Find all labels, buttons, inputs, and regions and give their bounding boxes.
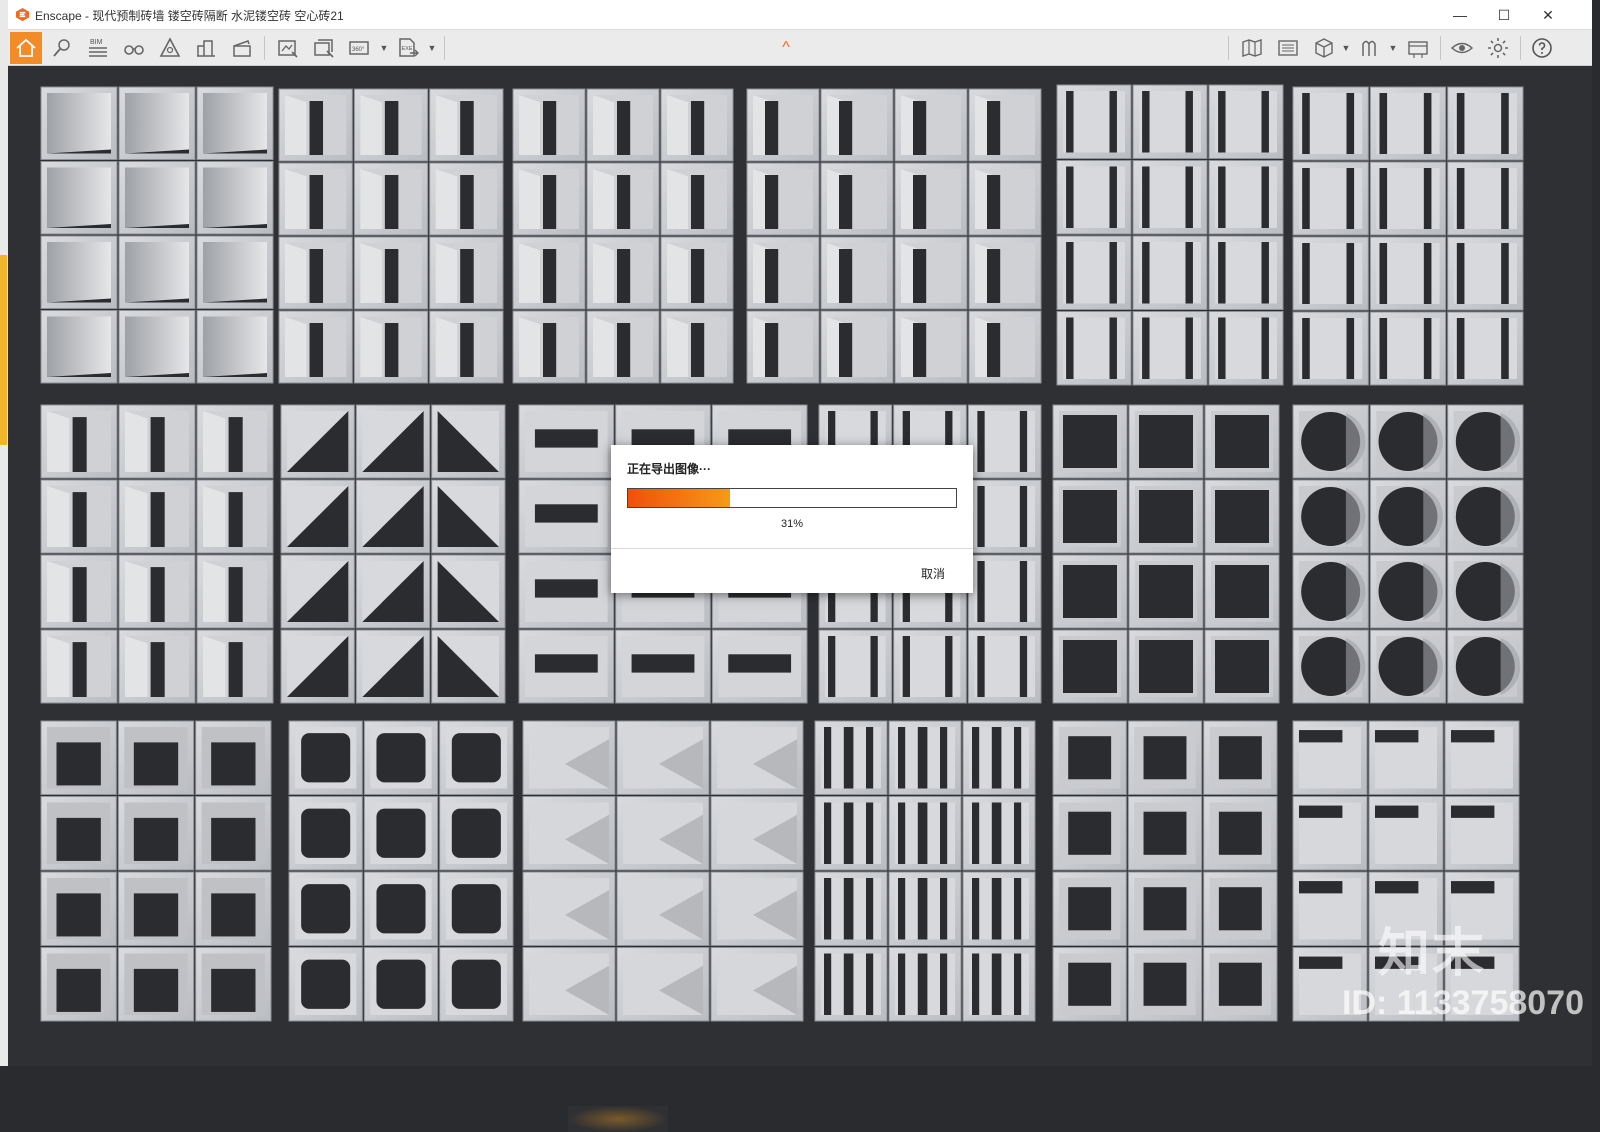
bim-button[interactable]: BIM <box>82 32 114 64</box>
export-progress-bar <box>627 488 957 508</box>
cube-dropdown[interactable]: ▼ <box>1341 34 1351 62</box>
home-button[interactable] <box>10 32 42 64</box>
clapperboard-button[interactable] <box>226 32 258 64</box>
background-desktop-strip <box>0 0 8 1066</box>
clapperboard-icon <box>233 40 251 57</box>
svg-text:BIM: BIM <box>90 39 103 46</box>
alert-button[interactable] <box>154 32 186 64</box>
export-progress-fill <box>628 489 730 507</box>
buildings-icon <box>197 40 215 57</box>
video-editor-button[interactable] <box>1402 32 1434 64</box>
batch-render-button[interactable] <box>308 32 340 64</box>
bim-info-button[interactable] <box>46 32 78 64</box>
asset-dropdown[interactable]: ▼ <box>1388 34 1398 62</box>
settings-button[interactable] <box>1482 32 1514 64</box>
title-bar: Enscape - 现代预制砖墙 镂空砖隔断 水泥镂空砖 空心砖21 — ☐ ✕ <box>8 0 1592 30</box>
screenshot-icon <box>278 40 298 58</box>
map-button[interactable] <box>1236 32 1268 64</box>
window-title: Enscape - 现代预制砖墙 镂空砖隔断 水泥镂空砖 空心砖21 <box>35 9 344 23</box>
asset-library-button[interactable] <box>1354 32 1386 64</box>
svg-text:EXE: EXE <box>402 46 413 52</box>
atlas-icon <box>1278 40 1298 56</box>
collapse-toolbar-toggle[interactable]: ^ <box>778 38 794 58</box>
alert-icon <box>159 37 181 57</box>
cancel-button[interactable]: 取消 <box>921 565 945 582</box>
maximize-button[interactable]: ☐ <box>1482 0 1526 30</box>
help-icon <box>1532 38 1552 58</box>
screenshot-button[interactable] <box>272 32 304 64</box>
map-icon <box>1242 39 1262 57</box>
minimize-button[interactable]: — <box>1438 0 1482 30</box>
close-button[interactable]: ✕ <box>1526 0 1570 30</box>
enscape-logo-icon <box>15 7 30 22</box>
binoculars-button[interactable] <box>118 32 150 64</box>
help-button[interactable] <box>1526 32 1558 64</box>
svg-text:360°: 360° <box>352 47 365 53</box>
atlas-button[interactable] <box>1272 32 1304 64</box>
enscape-window: Enscape - 现代预制砖墙 镂空砖隔断 水泥镂空砖 空心砖21 — ☐ ✕… <box>8 0 1592 1132</box>
batch-render-icon <box>314 39 334 58</box>
exe-export-icon: EXE <box>399 38 419 57</box>
watermark-brand: 知末 <box>1378 925 1487 983</box>
eye-icon <box>1450 42 1474 54</box>
asset-library-icon <box>1362 40 1376 56</box>
main-toolbar: BIM 360° ▼ EXE ▼ ^ ▼ ▼ <box>8 30 1592 66</box>
watermark-id: ID: 1133758070 <box>1342 984 1584 1022</box>
home-icon <box>16 38 36 57</box>
export-progress-percent: 31% <box>780 518 804 530</box>
binoculars-icon <box>124 45 144 55</box>
bim-info-icon <box>53 39 70 57</box>
visual-settings-button[interactable] <box>1446 32 1478 64</box>
cube-button[interactable] <box>1308 32 1340 64</box>
exe-export-button[interactable]: EXE <box>392 32 424 64</box>
video-icon <box>1408 41 1428 58</box>
cube-icon <box>1315 38 1333 58</box>
export-progress-dialog: 正在导出图像··· 31% 取消 <box>611 445 973 593</box>
panorama-button[interactable]: 360° <box>344 32 376 64</box>
panorama-360-icon: 360° <box>349 41 369 55</box>
export-dialog-title: 正在导出图像··· <box>627 462 711 476</box>
panorama-dropdown[interactable]: ▼ <box>379 34 389 62</box>
export-dropdown[interactable]: ▼ <box>427 34 437 62</box>
settings-icon <box>1488 38 1508 58</box>
bim-icon: BIM <box>89 39 107 57</box>
buildings-button[interactable] <box>190 32 222 64</box>
